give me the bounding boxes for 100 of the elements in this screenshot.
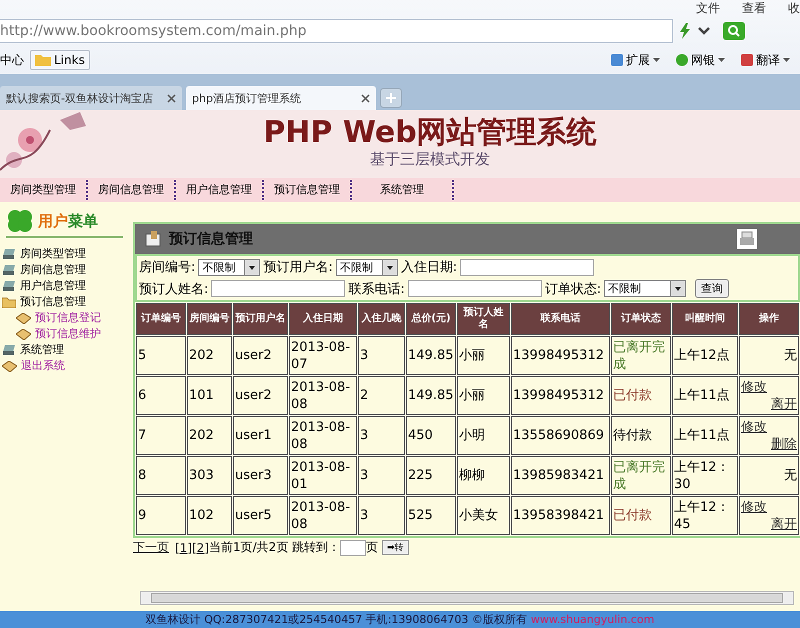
table-cell: 6 — [136, 376, 186, 415]
table-cell: 柳柳 — [457, 456, 510, 495]
browser-tab[interactable]: php酒店预订管理系统 — [186, 86, 376, 110]
toolbar-button[interactable]: 扩展 — [611, 52, 660, 68]
search-button[interactable]: 查询 — [695, 279, 730, 298]
lightning-icon[interactable] — [679, 23, 691, 39]
panel-title: 预订信息管理 — [169, 230, 253, 248]
browser-tab[interactable]: 默认搜索页-双鱼林设计淘宝店 — [0, 86, 182, 110]
input-field[interactable] — [460, 258, 594, 276]
table-cell: 8 — [136, 456, 186, 495]
folder-icon — [35, 54, 51, 66]
menu-link[interactable]: 预订信息维护 — [35, 326, 101, 342]
action-link[interactable]: 修改 — [741, 378, 797, 396]
column-header: 操作 — [739, 303, 799, 335]
table-cell: 2 — [358, 376, 405, 415]
menu-item[interactable]: 收 — [788, 0, 800, 16]
nav-link[interactable]: 系统管理 — [352, 180, 454, 200]
input-field[interactable] — [211, 280, 346, 297]
document-icon — [145, 231, 163, 247]
table-cell: 2013-08-08 — [289, 376, 357, 415]
drive-icon — [2, 280, 16, 292]
book-icon — [16, 312, 31, 324]
folder-icon — [2, 296, 16, 308]
page-info: 当前1页/共2页 跳转到： — [209, 539, 340, 556]
dropdown-icon[interactable] — [697, 26, 711, 36]
toolbar-button[interactable]: 网银 — [676, 52, 725, 68]
menu-item[interactable]: 房间信息管理 — [20, 262, 86, 278]
action-link[interactable]: 删除 — [741, 436, 797, 452]
toolbar-button[interactable]: 翻译 — [741, 52, 790, 68]
status-cell: 已付款 — [611, 496, 671, 535]
footer-text: 双鱼林设计 QQ:287307421或254540457 手机:13908064703 ©版权所有 — [146, 612, 527, 627]
table-cell: 上午12：30 — [672, 456, 738, 495]
page-unit: 页 — [366, 539, 378, 556]
bookmark-link[interactable]: 中心 — [0, 52, 24, 68]
table-cell: 上午11点 — [672, 416, 738, 455]
table-cell: 13958398421 — [511, 496, 610, 535]
caret-icon — [783, 58, 790, 62]
caret-icon — [653, 58, 660, 62]
table-cell: user2 — [233, 336, 288, 375]
nav-link[interactable]: 房间信息管理 — [88, 180, 176, 200]
action-text: 无 — [783, 467, 797, 484]
column-header: 订单编号 — [136, 303, 186, 335]
column-header: 总价(元) — [406, 303, 456, 335]
dropdown-arrow-icon — [382, 260, 397, 274]
menu-item[interactable]: 查看 — [742, 0, 766, 16]
book-icon — [2, 360, 17, 372]
table-cell: 5 — [136, 336, 186, 375]
printer-icon[interactable] — [737, 229, 757, 249]
page-link[interactable]: [2] — [192, 540, 209, 554]
table-cell: 202 — [187, 336, 232, 375]
menu-link[interactable]: 退出系统 — [21, 358, 65, 374]
table-cell: user1 — [233, 416, 288, 455]
close-icon[interactable] — [361, 94, 370, 102]
filter-label: 联系电话: — [348, 280, 405, 298]
column-header: 预订用户名 — [233, 303, 288, 335]
table-cell: 102 — [187, 496, 232, 535]
caret-icon — [718, 58, 725, 62]
new-tab-icon[interactable] — [380, 88, 402, 108]
go-button[interactable]: ➡转 — [382, 540, 409, 555]
action-link[interactable]: 离开 — [741, 516, 797, 532]
select-field[interactable]: 不限制 — [198, 258, 260, 276]
nav-link[interactable]: 房间类型管理 — [0, 180, 88, 200]
input-field[interactable] — [408, 280, 542, 297]
site-title: PHP Web网站管理系统 — [263, 116, 597, 150]
menu-link[interactable]: 预订信息登记 — [35, 310, 101, 326]
action-link[interactable]: 修改 — [741, 498, 797, 516]
drive-icon — [2, 248, 16, 260]
action-link[interactable]: 修改 — [741, 418, 797, 436]
horizontal-scrollbar[interactable] — [140, 591, 794, 605]
menu-item[interactable]: 文件 — [696, 0, 720, 16]
table-cell: 13998495312 — [511, 376, 610, 415]
table-cell: 13985983421 — [511, 456, 610, 495]
table-cell: 3 — [358, 456, 405, 495]
menu-item[interactable]: 用户信息管理 — [20, 278, 86, 294]
table-cell: 小丽 — [457, 376, 510, 415]
table-cell: 450 — [406, 416, 456, 455]
table-cell: 小美女 — [457, 496, 510, 535]
page-link[interactable]: [1] — [175, 540, 192, 554]
select-field[interactable]: 不限制 — [604, 280, 686, 297]
nav-link[interactable]: 用户信息管理 — [176, 180, 264, 200]
close-icon[interactable] — [167, 94, 176, 102]
menu-item[interactable]: 房间类型管理 — [20, 246, 86, 262]
action-link[interactable]: 离开 — [741, 396, 797, 412]
page-input[interactable] — [340, 540, 366, 556]
status-cell: 待付款 — [611, 416, 671, 455]
status-cell: 已离开完成 — [611, 456, 671, 495]
column-header: 联系电话 — [511, 303, 610, 335]
table-cell: user5 — [233, 496, 288, 535]
address-field[interactable]: http://www.bookroomsystem.com/main.php — [0, 19, 673, 43]
menu-item[interactable]: 预订信息管理 — [20, 294, 86, 310]
clover-icon — [6, 208, 34, 234]
bookmark-button[interactable]: Links — [30, 50, 90, 70]
menu-item[interactable]: 系统管理 — [20, 342, 64, 358]
next-page-link[interactable]: 下一页 — [133, 539, 169, 556]
filter-label: 入住日期: — [400, 259, 458, 276]
nav-link[interactable]: 预订信息管理 — [264, 180, 352, 200]
table-cell: 101 — [187, 376, 232, 415]
table-cell: 225 — [406, 456, 456, 495]
search-icon[interactable] — [723, 22, 745, 40]
select-field[interactable]: 不限制 — [336, 258, 398, 276]
